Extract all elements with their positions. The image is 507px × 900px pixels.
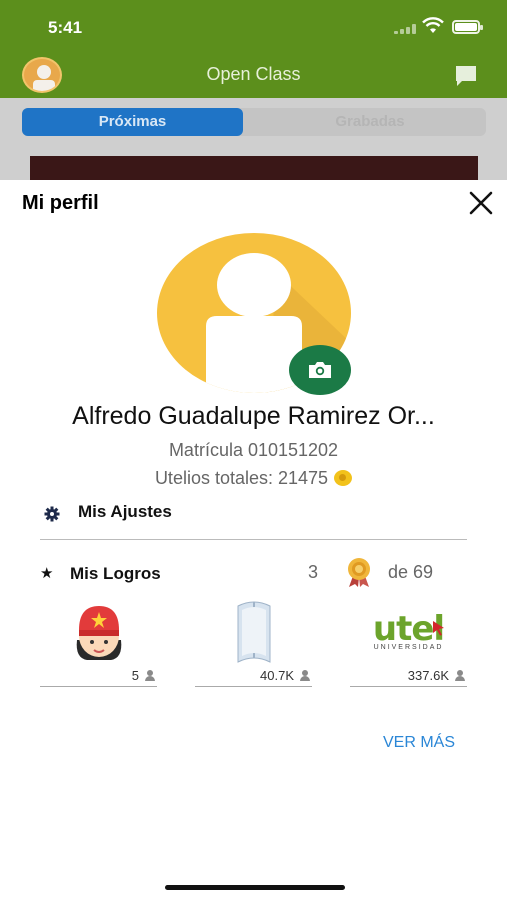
badge-underline	[40, 686, 157, 687]
tab-grabadas[interactable]: Grabadas	[254, 108, 486, 136]
sheet-title: Mi perfil	[22, 192, 99, 214]
settings-row[interactable]: Mis Ajustes	[40, 500, 467, 540]
badge-list: 5 40.7K utel UNIVERSIDAD 337.6K	[40, 598, 467, 688]
medal-icon	[348, 558, 370, 587]
wifi-icon	[422, 17, 444, 33]
badge-item[interactable]: 40.7K	[195, 598, 312, 688]
coin-icon	[334, 470, 353, 486]
gear-icon	[44, 506, 60, 522]
tab-proximas[interactable]: Próximas	[22, 108, 243, 136]
cellular-signal-icon	[394, 24, 416, 34]
settings-label: Mis Ajustes	[78, 502, 172, 521]
badge-item[interactable]: utel UNIVERSIDAD 337.6K	[350, 598, 467, 688]
close-icon[interactable]	[468, 190, 494, 216]
status-bar: 5:41	[0, 0, 507, 52]
utelios-text: Utelios totales: 21475	[154, 468, 329, 488]
tabs-bar: Próximas Grabadas	[0, 98, 507, 186]
badge-item[interactable]: 5	[40, 598, 157, 688]
achievements-row: ★ Mis Logros 3 de 69	[40, 558, 467, 594]
badge-value: 337.6K	[407, 668, 449, 683]
battery-icon	[452, 20, 483, 34]
achievements-label: Mis Logros	[70, 564, 161, 583]
person-icon	[300, 670, 310, 681]
badge-underline	[350, 686, 467, 687]
badge-value: 5	[131, 668, 139, 683]
divider	[40, 539, 467, 540]
profile-name: Alfredo Guadalupe Ramirez Or...	[72, 402, 435, 430]
book-badge-icon	[237, 601, 270, 663]
home-indicator[interactable]	[165, 885, 345, 890]
badge-value: 40.7K	[260, 668, 294, 683]
hero-badge-icon	[76, 606, 121, 660]
person-icon	[455, 670, 465, 681]
change-photo-button[interactable]	[289, 345, 351, 395]
star-icon: ★	[40, 565, 54, 582]
camera-icon	[309, 362, 331, 378]
utelios-total: Utelios totales: 21475	[0, 468, 507, 489]
app-header: 5:41 Open Class	[0, 0, 507, 98]
badge-underline	[195, 686, 312, 687]
segmented-control: Próximas Grabadas	[22, 108, 486, 136]
chat-icon[interactable]	[453, 63, 479, 89]
achievements-total: de 69	[388, 562, 434, 582]
person-icon	[145, 670, 155, 681]
student-id: Matrícula 010151202	[168, 440, 339, 460]
status-time: 5:41	[48, 18, 83, 37]
see-more-link[interactable]: VER MÁS	[383, 734, 455, 752]
achievements-count: 3	[308, 562, 319, 582]
app-title: Open Class	[206, 64, 301, 84]
cursor-icon	[433, 621, 444, 636]
profile-sheet: Mi perfil Alfredo Guadalupe Ramirez Or..…	[0, 180, 507, 900]
